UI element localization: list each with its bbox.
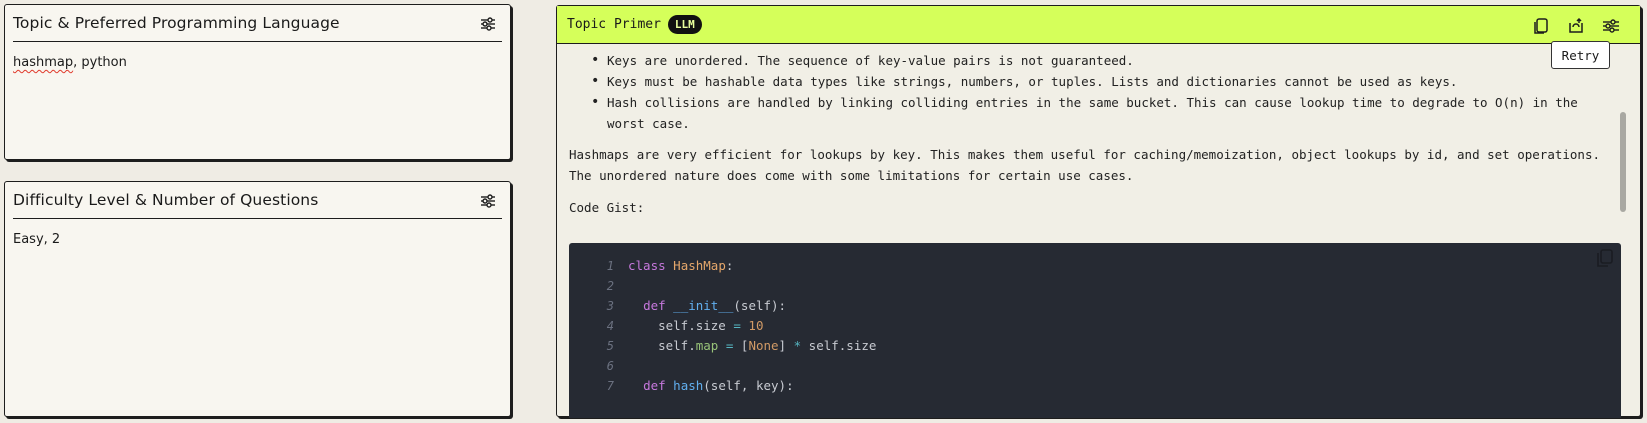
topic-card: Topic & Preferred Programming Language h… (4, 4, 511, 160)
retry-tooltip: Retry (1551, 41, 1610, 69)
primer-scrollbar[interactable] (1620, 112, 1626, 212)
line-number: 1 (606, 258, 614, 273)
settings-icon[interactable] (1602, 17, 1620, 35)
difficulty-card: Difficulty Level & Number of Questions E… (4, 181, 511, 417)
line-number: 3 (606, 298, 614, 313)
difficulty-value[interactable]: Easy, 2 (13, 232, 60, 247)
list-item: Hash collisions are handled by linking c… (589, 92, 1618, 134)
code-text: class HashMap: (628, 258, 734, 273)
code-text: def __init__(self): (643, 298, 787, 313)
code-gist-label: Code Gist: (569, 200, 645, 215)
line-number: 6 (606, 358, 614, 373)
primer-title: Topic Primer (567, 17, 661, 32)
topic-value[interactable]: hashmap, python (13, 55, 127, 70)
code-line: 4 self.size = 10 (569, 315, 764, 336)
list-item: Keys are unordered. The sequence of key-… (589, 50, 1618, 71)
tune-icon[interactable] (480, 194, 496, 208)
code-text: self.map = [None] * self.size (628, 338, 877, 353)
code-text: def hash(self, key): (643, 378, 794, 393)
code-block: 1 class HashMap: 2 3 def __init__(self):… (569, 243, 1621, 418)
topic-primer-panel: Topic Primer LLM Keys are unordered. The… (556, 5, 1641, 418)
retry-icon[interactable] (1567, 17, 1585, 35)
topic-value-rest: , python (73, 55, 127, 70)
code-text: self.size = 10 (628, 318, 764, 333)
primer-bullet-list: Keys are unordered. The sequence of key-… (589, 50, 1618, 134)
code-line: 1 class HashMap: (569, 255, 734, 276)
code-line: 5 self.map = [None] * self.size (569, 335, 877, 356)
difficulty-card-header: Difficulty Level & Number of Questions (13, 182, 502, 219)
code-line: 3 def __init__(self): (569, 295, 786, 316)
primer-header: Topic Primer LLM (557, 6, 1640, 44)
topic-card-header: Topic & Preferred Programming Language (13, 5, 502, 42)
code-line: 6 (569, 355, 636, 376)
topic-value-word: hashmap (13, 55, 74, 70)
line-number: 5 (606, 338, 614, 353)
line-number: 7 (606, 378, 614, 393)
tune-icon[interactable] (480, 17, 496, 31)
list-item: Keys must be hashable data types like st… (589, 71, 1618, 92)
line-number: 4 (606, 318, 614, 333)
code-line: 2 (569, 275, 636, 296)
primer-paragraph: Hashmaps are very efficient for lookups … (569, 147, 1601, 183)
difficulty-card-title: Difficulty Level & Number of Questions (13, 191, 319, 209)
copy-code-icon[interactable] (1597, 249, 1613, 267)
topic-card-title: Topic & Preferred Programming Language (13, 14, 340, 32)
line-number: 2 (606, 278, 614, 293)
llm-badge: LLM (667, 15, 702, 34)
copy-icon[interactable] (1532, 17, 1550, 35)
code-line: 7 def hash(self, key): (569, 375, 794, 396)
